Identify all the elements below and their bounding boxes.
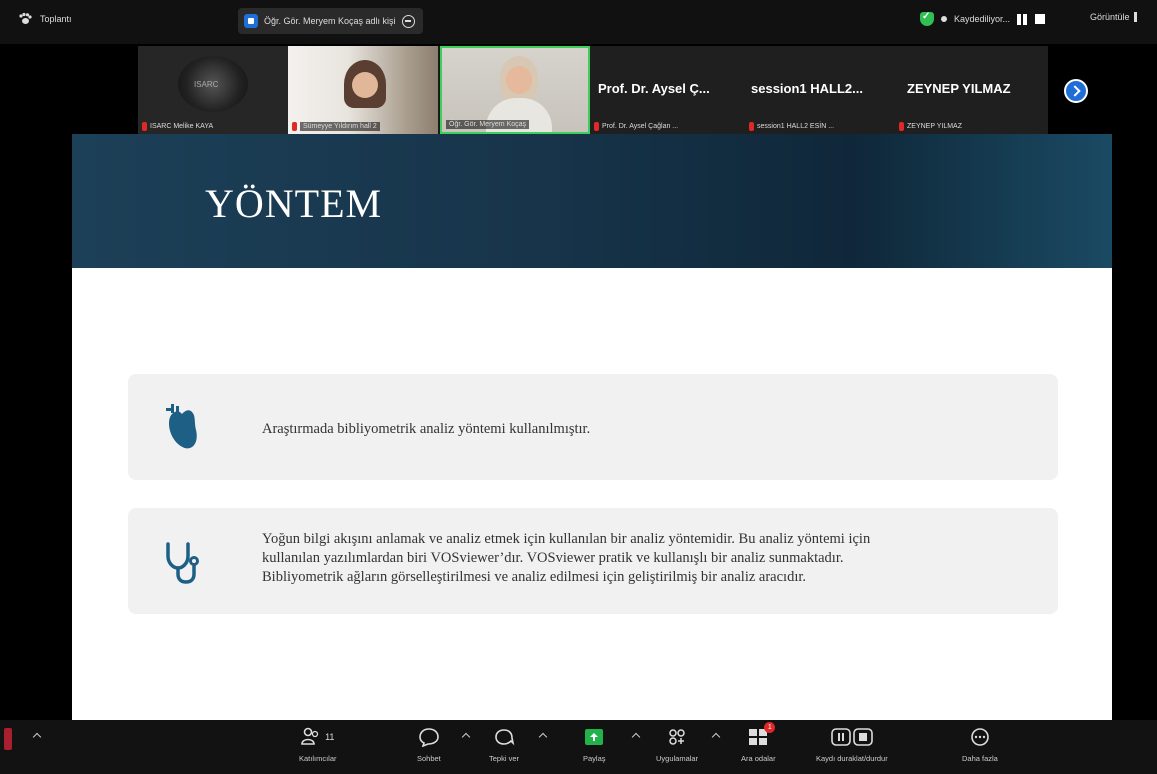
participant-big-name: Prof. Dr. Aysel Ç... [598,81,710,96]
participant-name-label: Prof. Dr. Aysel Çağlan ... [594,122,678,131]
participant-name-label: ZEYNEP YILMAZ [899,122,962,131]
meeting-app-label: Toplantı [18,12,72,26]
apps-icon [666,726,688,748]
apps-label: Uygulamalar [656,754,699,763]
muted-mic-icon [899,122,904,131]
participant-tile[interactable]: ISARC Melike KAYA [138,46,288,134]
participant-name: session1 HALL2 ESİN ... [757,123,835,130]
participant-big-name: ZEYNEP YILMAZ [907,81,1011,96]
meeting-toolbar: 11 Katılımcılar Sohbet Tepki ver Paylaş … [0,720,1157,774]
recording-indicator: Kaydediliyor... [920,11,1046,26]
chat-icon [418,726,440,748]
view-menu-button[interactable]: Görüntüle [1090,12,1137,22]
participant-name: Sümeyye Yıldırım hall 2 [300,122,380,131]
muted-mic-icon [292,122,297,131]
meeting-top-bar: Toplantı Öğr. Gör. Meryem Koçaş adlı kiş… [0,0,1157,44]
muted-mic-icon [142,122,147,131]
apps-options-caret[interactable] [711,732,721,742]
participant-name-label: Sümeyye Yıldırım hall 2 [292,122,380,131]
share-screen-icon [583,726,605,748]
meeting-app-name: Toplantı [40,14,72,24]
chat-options-caret[interactable] [461,732,471,742]
shared-slide: YÖNTEM Araştırmada bibliyometrik analiz … [72,134,1112,720]
participant-tile[interactable]: ZEYNEP YILMAZ ZEYNEP YILMAZ [895,46,1048,134]
zoom-app-icon [19,12,32,24]
chat-button[interactable]: Sohbet [417,726,441,763]
breakout-rooms-button[interactable]: 1 Ara odalar [741,722,776,763]
participant-tile[interactable]: Sümeyye Yıldırım hall 2 [288,46,438,134]
pause-stop-recording-icon [830,726,874,748]
isarc-logo [178,56,248,112]
screen-share-icon [244,14,258,28]
method-card-2-line: kullanılan yazılımlardan biri VOSviewer’… [262,550,844,566]
participants-button[interactable]: 11 Katılımcılar [299,726,337,763]
screen-share-indicator[interactable]: Öğr. Gör. Meryem Koçaş adlı kişi [238,8,423,34]
record-label: Kaydı duraklat/durdur [816,754,888,763]
apps-button[interactable]: Uygulamalar [656,726,698,763]
participant-big-name: session1 HALL2... [751,81,863,96]
breakout-badge: 1 [764,722,776,733]
view-grid-icon [1133,12,1137,22]
heart-icon [166,404,197,449]
participant-face [352,72,378,98]
screen-share-label: Öğr. Gör. Meryem Koçaş adlı kişi [264,16,396,26]
participant-name-label: ISARC Melike KAYA [142,122,213,131]
participants-icon: 11 [301,726,334,748]
next-participants-button[interactable] [1064,79,1088,103]
participant-name: ISARC Melike KAYA [150,123,214,130]
muted-mic-icon [749,122,754,131]
participant-strip: ISARC Melike KAYA Sümeyye Yıldırım hall … [138,46,1048,134]
participant-name-label: session1 HALL2 ESİN ... [749,122,834,131]
stethoscope-icon [166,542,199,584]
more-label: Daha fazla [962,754,998,763]
share-label: Paylaş [583,754,606,763]
participant-tile[interactable]: session1 HALL2... session1 HALL2 ESİN ..… [745,46,895,134]
more-button[interactable]: Daha fazla [962,726,998,763]
participants-label: Katılımcılar [299,754,337,763]
recording-label: Kaydediliyor... [954,14,1011,24]
audio-button-partial[interactable] [4,728,12,750]
participant-name: Öğr. Gör. Meryem Koçaş [446,120,530,129]
share-screen-button[interactable]: Paylaş [583,726,606,763]
method-card-2-line: Yoğun bilgi akışını anlamak ve analiz et… [262,531,871,547]
method-card-1: Araştırmada bibliyometrik analiz yöntemi… [128,374,1058,480]
breakout-label: Ara odalar [741,754,776,763]
recording-dot-icon [941,16,947,22]
pause-stop-recording-button[interactable]: Kaydı duraklat/durdur [816,726,888,763]
participants-count: 11 [325,732,335,742]
participant-face [506,66,532,94]
view-label: Görüntüle [1090,12,1130,22]
participant-tile-active-speaker[interactable]: Öğr. Gör. Meryem Koçaş [440,46,590,134]
participant-name: Prof. Dr. Aysel Çağlan ... [602,123,679,130]
breakout-rooms-icon: 1 [747,722,776,748]
slide-title: YÖNTEM [205,181,383,226]
method-card-2-text: Yoğun bilgi akışını anlamak ve analiz et… [262,530,870,587]
more-icon [969,726,991,748]
method-card-2-line: Bibliyometrik ağların görselleştirilmesi… [262,569,807,585]
minimize-share-icon[interactable] [401,14,415,28]
muted-mic-icon [594,122,599,131]
stop-recording-icon[interactable] [1035,14,1046,24]
react-button[interactable]: Tepki ver [489,726,519,763]
participant-name: ZEYNEP YILMAZ [907,123,962,130]
participant-name-label: Öğr. Gör. Meryem Koçaş [446,120,530,129]
security-shield-icon[interactable] [920,11,934,26]
react-icon [493,726,515,748]
method-card-1-text: Araştırmada bibliyometrik analiz yöntemi… [262,421,591,437]
share-options-caret[interactable] [631,732,641,742]
method-card-2: Yoğun bilgi akışını anlamak ve analiz et… [128,508,1058,614]
react-label: Tepki ver [489,754,520,763]
audio-options-caret[interactable] [32,732,42,742]
participant-tile[interactable]: Prof. Dr. Aysel Ç... Prof. Dr. Aysel Çağ… [590,46,745,134]
react-options-caret[interactable] [538,732,548,742]
chat-label: Sohbet [417,754,441,763]
pause-recording-icon[interactable] [1017,13,1028,25]
